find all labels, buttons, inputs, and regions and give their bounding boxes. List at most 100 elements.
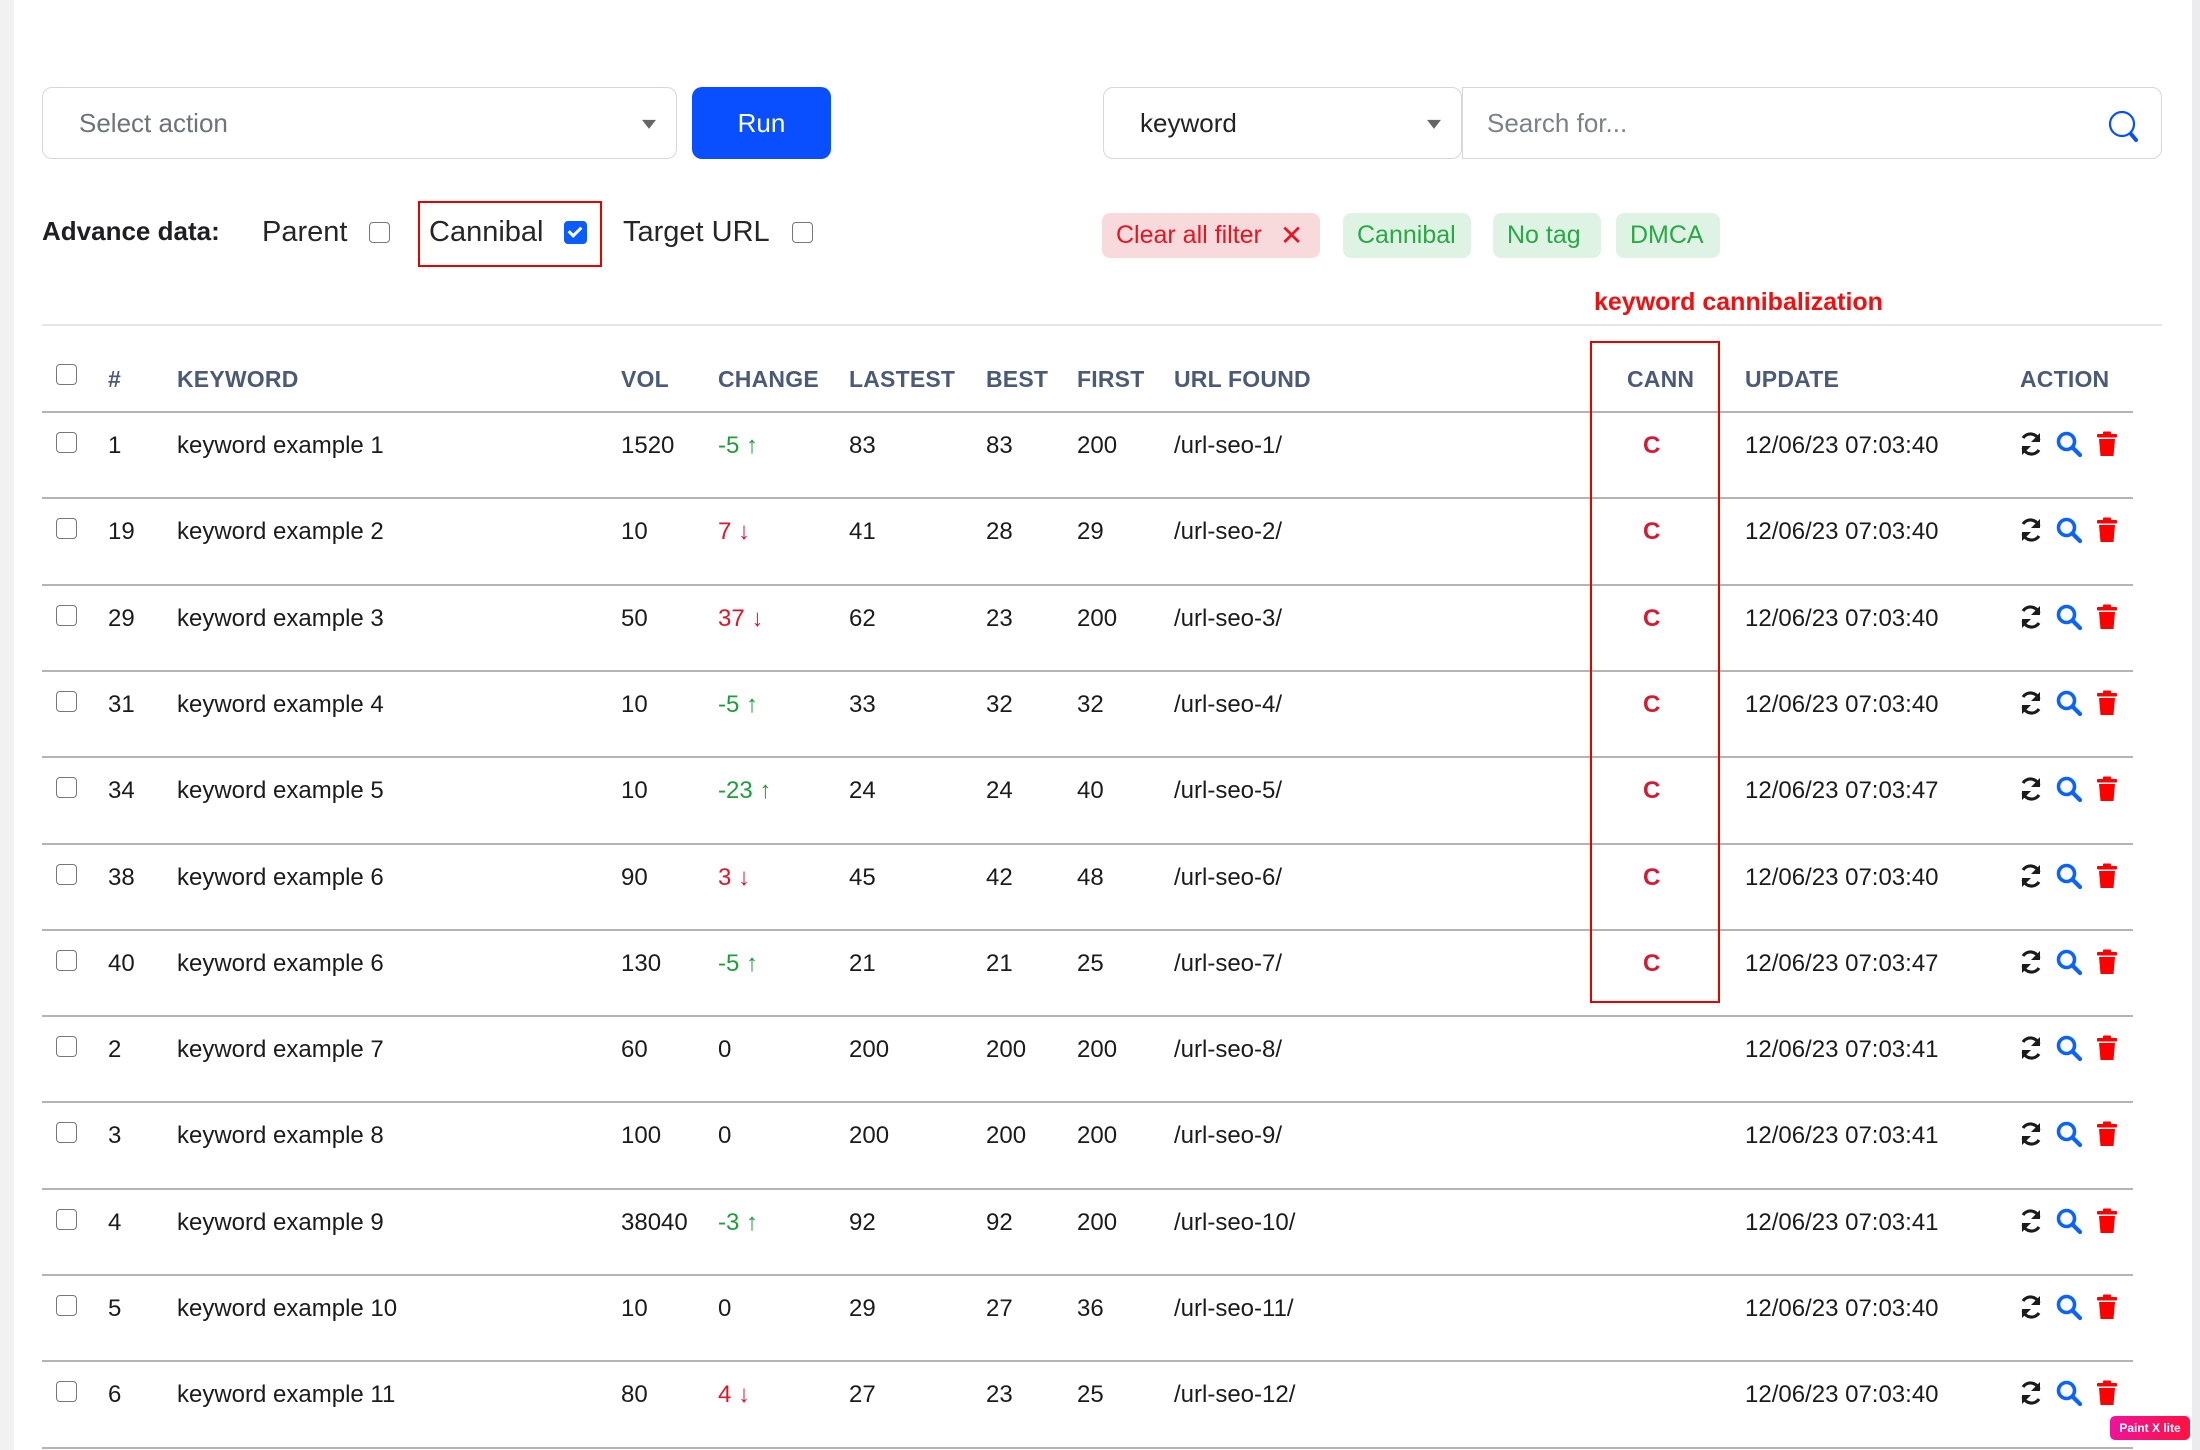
search-icon[interactable] xyxy=(2055,603,2083,631)
row-checkbox[interactable] xyxy=(56,1208,77,1230)
cell-url-found[interactable]: /url-seo-11/ xyxy=(1174,1295,1294,1323)
cell-keyword[interactable]: keyword example 11 xyxy=(177,1381,395,1409)
filter-tag-dmca[interactable]: DMCA xyxy=(1616,213,1720,258)
cell-url-found[interactable]: /url-seo-9/ xyxy=(1174,1122,1282,1150)
cell-keyword[interactable]: keyword example 3 xyxy=(177,605,384,633)
cell-keyword[interactable]: keyword example 5 xyxy=(177,777,384,805)
cell-url-found[interactable]: /url-seo-8/ xyxy=(1174,1036,1282,1064)
refresh-icon[interactable] xyxy=(2017,1120,2045,1148)
search-field-select[interactable]: keyword xyxy=(1103,87,1462,159)
refresh-icon[interactable] xyxy=(2017,516,2045,544)
cell-lastest: 83 xyxy=(849,432,876,459)
cell-keyword[interactable]: keyword example 4 xyxy=(177,691,384,719)
column-header-first[interactable]: FIRST xyxy=(1077,366,1144,393)
row-checkbox[interactable] xyxy=(56,949,77,971)
cell-url-found[interactable]: /url-seo-5/ xyxy=(1174,777,1282,805)
cell-keyword[interactable]: keyword example 7 xyxy=(177,1036,384,1064)
cell-keyword[interactable]: keyword example 2 xyxy=(177,518,384,546)
cell-best: 83 xyxy=(986,432,1013,459)
search-icon[interactable] xyxy=(2055,862,2083,890)
trash-icon[interactable] xyxy=(2093,775,2121,803)
row-checkbox[interactable] xyxy=(56,777,77,799)
trash-icon[interactable] xyxy=(2093,1207,2121,1235)
search-icon[interactable] xyxy=(2055,1293,2083,1321)
cell-cann: C xyxy=(1643,604,1661,632)
filter-tag-cannibal[interactable]: Cannibal xyxy=(1343,213,1471,258)
cell-url-found[interactable]: /url-seo-7/ xyxy=(1174,950,1282,978)
cell-keyword[interactable]: keyword example 6 xyxy=(177,950,384,978)
column-header-best[interactable]: BEST xyxy=(986,366,1048,393)
trash-icon[interactable] xyxy=(2093,1034,2121,1062)
search-icon[interactable] xyxy=(2055,775,2083,803)
cell-url-found[interactable]: /url-seo-6/ xyxy=(1174,864,1282,892)
parent-checkbox[interactable] xyxy=(369,222,390,243)
cell-keyword[interactable]: keyword example 8 xyxy=(177,1122,384,1150)
search-icon[interactable] xyxy=(2055,1120,2083,1148)
search-icon[interactable] xyxy=(2055,516,2083,544)
filter-tag-no-tag[interactable]: No tag xyxy=(1493,213,1601,258)
search-icon[interactable] xyxy=(2055,430,2083,458)
trash-icon[interactable] xyxy=(2093,948,2121,976)
action-select[interactable]: Select action xyxy=(42,87,677,159)
cell-keyword[interactable]: keyword example 1 xyxy=(177,432,384,460)
run-button[interactable]: Run xyxy=(692,87,831,159)
cell-first: 200 xyxy=(1077,432,1118,459)
row-checkbox[interactable] xyxy=(56,1122,77,1144)
row-checkbox[interactable] xyxy=(56,863,77,885)
row-checkbox[interactable] xyxy=(56,690,77,712)
row-checkbox[interactable] xyxy=(56,432,77,453)
row-checkbox[interactable] xyxy=(56,1381,77,1403)
search-icon[interactable] xyxy=(2105,108,2143,146)
row-checkbox[interactable] xyxy=(56,604,77,626)
search-icon[interactable] xyxy=(2055,1034,2083,1062)
cell-vol: 90 xyxy=(621,863,648,891)
search-input[interactable] xyxy=(1485,106,2049,140)
trash-icon[interactable] xyxy=(2093,1293,2121,1321)
cell-url-found[interactable]: /url-seo-2/ xyxy=(1174,518,1282,546)
refresh-icon[interactable] xyxy=(2017,1034,2045,1062)
refresh-icon[interactable] xyxy=(2017,948,2045,976)
cell-url-found[interactable]: /url-seo-12/ xyxy=(1174,1381,1295,1409)
refresh-icon[interactable] xyxy=(2017,862,2045,890)
cell-keyword[interactable]: keyword example 10 xyxy=(177,1295,397,1323)
trash-icon[interactable] xyxy=(2093,689,2121,717)
select-all-checkbox[interactable] xyxy=(56,364,77,385)
target-url-checkbox[interactable] xyxy=(792,222,813,243)
column-header-vol[interactable]: VOL xyxy=(621,366,669,393)
refresh-icon[interactable] xyxy=(2017,689,2045,717)
cell-url-found[interactable]: /url-seo-1/ xyxy=(1174,432,1282,460)
row-checkbox[interactable] xyxy=(56,1036,77,1058)
trash-icon[interactable] xyxy=(2093,430,2121,458)
cell-keyword[interactable]: keyword example 9 xyxy=(177,1209,384,1237)
column-header-change[interactable]: CHANGE xyxy=(718,366,819,393)
row-checkbox[interactable] xyxy=(56,518,77,540)
refresh-icon[interactable] xyxy=(2017,1207,2045,1235)
refresh-icon[interactable] xyxy=(2017,1293,2045,1321)
refresh-icon[interactable] xyxy=(2017,775,2045,803)
clear-all-filter-button[interactable]: Clear all filter ✕ xyxy=(1102,213,1320,258)
search-icon[interactable] xyxy=(2055,689,2083,717)
cell-url-found[interactable]: /url-seo-4/ xyxy=(1174,691,1282,719)
column-header-url-found[interactable]: URL FOUND xyxy=(1174,366,1311,393)
trash-icon[interactable] xyxy=(2093,603,2121,631)
search-icon[interactable] xyxy=(2055,948,2083,976)
column-header-update[interactable]: UPDATE xyxy=(1745,366,1839,393)
cell-url-found[interactable]: /url-seo-3/ xyxy=(1174,605,1282,633)
cell-url-found[interactable]: /url-seo-10/ xyxy=(1174,1209,1295,1237)
row-checkbox[interactable] xyxy=(56,1295,77,1316)
cell-keyword[interactable]: keyword example 6 xyxy=(177,864,384,892)
scrollbar-track[interactable] xyxy=(2192,0,2200,1450)
trash-icon[interactable] xyxy=(2093,516,2121,544)
trash-icon[interactable] xyxy=(2093,1379,2121,1407)
column-header-lastest[interactable]: LASTEST xyxy=(849,366,955,393)
search-icon[interactable] xyxy=(2055,1207,2083,1235)
refresh-icon[interactable] xyxy=(2017,430,2045,458)
column-header-keyword[interactable]: KEYWORD xyxy=(177,366,299,393)
trash-icon[interactable] xyxy=(2093,862,2121,890)
trash-icon[interactable] xyxy=(2093,1120,2121,1148)
search-icon[interactable] xyxy=(2055,1379,2083,1407)
refresh-icon[interactable] xyxy=(2017,603,2045,631)
refresh-icon[interactable] xyxy=(2017,1379,2045,1407)
column-header-number[interactable]: # xyxy=(108,366,121,393)
column-header-cann[interactable]: CANN xyxy=(1627,366,1694,393)
